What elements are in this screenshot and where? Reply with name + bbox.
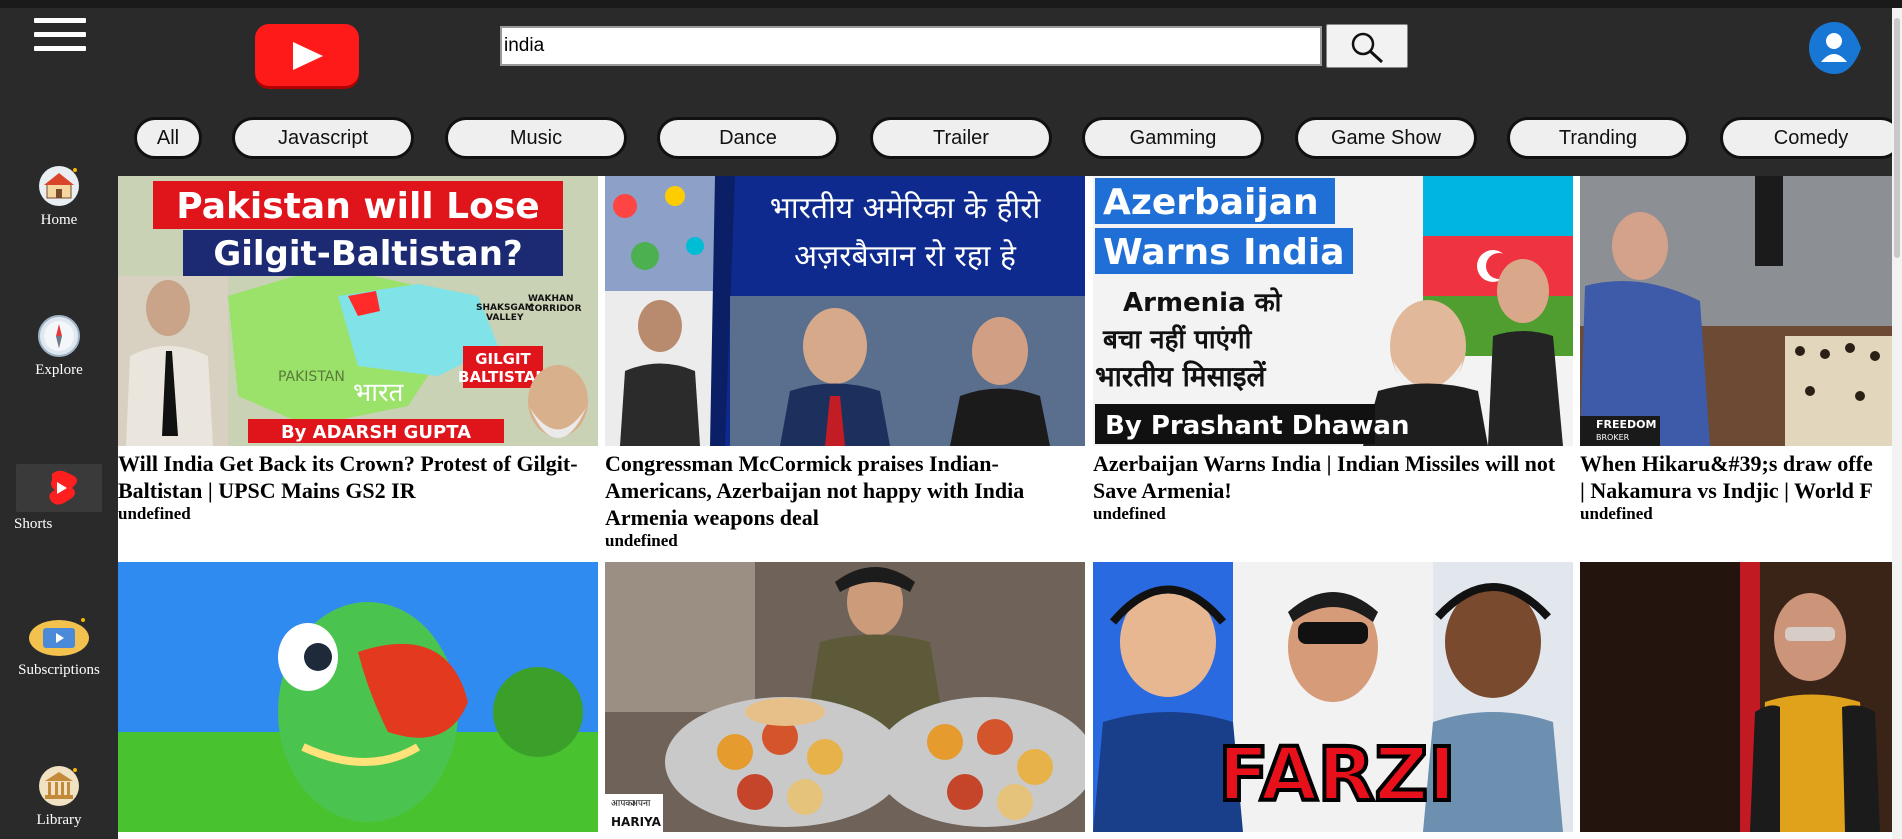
thumb-text: WAKHAN xyxy=(528,294,574,304)
thumb-text: BROKER xyxy=(1596,433,1630,442)
home-icon xyxy=(37,164,81,208)
thumb-text: Azerbaijan xyxy=(1103,182,1319,223)
video-thumbnail[interactable]: आपका अपना HARIYA xyxy=(605,562,1085,832)
sidebar-item-subscriptions[interactable]: Subscriptions xyxy=(0,614,118,679)
thumb-text: VALLEY xyxy=(486,313,524,323)
search-icon xyxy=(1351,32,1384,63)
thumb-text: Pakistan will Lose xyxy=(176,186,539,227)
video-title[interactable]: Congressman McCormick praises Indian-Ame… xyxy=(605,450,1085,531)
video-title-line-2[interactable]: | Nakamura vs Indjic | World F xyxy=(1580,477,1902,504)
thumb-text: FARZI xyxy=(1218,732,1456,818)
thumb-text: Warns India xyxy=(1103,232,1345,273)
user-avatar-icon[interactable] xyxy=(1807,20,1863,76)
chip-music[interactable]: Music xyxy=(445,117,627,159)
chip-all[interactable]: All xyxy=(134,117,202,159)
chip-trailer[interactable]: Trailer xyxy=(870,117,1052,159)
thumb-text: Gilgit-Baltistan? xyxy=(213,234,522,274)
youtube-logo-icon[interactable] xyxy=(255,24,359,86)
thumb-text: अपना xyxy=(631,799,651,809)
thumb-text: बचा नहीं पाएंगी xyxy=(1102,324,1253,355)
video-subtitle: undefined xyxy=(1093,504,1166,523)
chip-game-show[interactable]: Game Show xyxy=(1295,117,1477,159)
thumb-text: SHAKSGAM xyxy=(476,303,534,313)
sidebar-item-label: Home xyxy=(40,212,78,228)
video-card[interactable]: FARZI xyxy=(1093,562,1573,832)
sidebar-item-label: Explore xyxy=(35,362,83,378)
video-grid: Pakistan will Lose Gilgit-Baltistan? SHA… xyxy=(118,176,1902,839)
video-thumbnail[interactable]: भारतीय अमेरिका के हीरो अज़रबैजान रो रहा … xyxy=(605,176,1085,446)
video-thumbnail[interactable]: Azerbaijan Warns India Armenia को बचा नह… xyxy=(1093,176,1573,446)
page-scrollbar[interactable] xyxy=(1892,8,1902,839)
thumb-text: भारतीय अमेरिका के हीरो xyxy=(770,191,1042,226)
header xyxy=(118,8,1902,100)
video-thumbnail[interactable] xyxy=(118,562,598,832)
menu-hamburger-icon[interactable] xyxy=(34,18,86,62)
video-title[interactable]: Will India Get Back its Crown? Protest o… xyxy=(118,450,598,504)
video-subtitle: undefined xyxy=(118,504,191,523)
chip-dance[interactable]: Dance xyxy=(657,117,839,159)
thumb-text: By Prashant Dhawan xyxy=(1105,411,1409,441)
video-thumbnail[interactable]: FREEDOM BROKER xyxy=(1580,176,1902,446)
compass-icon xyxy=(37,314,81,358)
thumb-text: भारत xyxy=(353,378,405,408)
thumb-text: GILGIT xyxy=(475,350,531,368)
video-thumbnail[interactable]: FARZI xyxy=(1093,562,1573,832)
thumb-text: PAKISTAN xyxy=(278,369,345,385)
chip-tranding[interactable]: Tranding xyxy=(1507,117,1689,159)
video-card[interactable]: Pakistan will Lose Gilgit-Baltistan? SHA… xyxy=(118,176,598,524)
video-title[interactable]: When Hikaru&#39;s draw offe xyxy=(1580,450,1902,477)
search-button[interactable] xyxy=(1326,24,1408,68)
thumb-text: FREEDOM xyxy=(1596,418,1656,431)
subscriptions-icon xyxy=(27,614,91,658)
search-input[interactable] xyxy=(500,26,1322,66)
video-card[interactable]: भारतीय अमेरिका के हीरो अज़रबैजान रो रहा … xyxy=(605,176,1085,551)
category-chips-bar: All Javascript Music Dance Trailer Gammi… xyxy=(118,100,1902,176)
video-card[interactable] xyxy=(118,562,598,832)
sidebar-item-home[interactable]: Home xyxy=(0,164,118,229)
thumb-text: HARIYA xyxy=(611,815,662,829)
sidebar-item-label: Subscriptions xyxy=(18,662,100,678)
thumb-text: Armenia को xyxy=(1123,287,1283,318)
video-title[interactable]: Azerbaijan Warns India | Indian Missiles… xyxy=(1093,450,1573,504)
thumb-text: अज़रबैजान रो रहा हे xyxy=(794,239,1017,274)
video-subtitle: undefined xyxy=(1580,504,1653,523)
shorts-icon xyxy=(16,464,102,512)
video-thumbnail[interactable] xyxy=(1580,562,1902,832)
video-card[interactable]: Azerbaijan Warns India Armenia को बचा नह… xyxy=(1093,176,1573,524)
video-card[interactable] xyxy=(1580,562,1902,832)
thumb-text: By ADARSH GUPTA xyxy=(281,422,471,443)
library-icon xyxy=(37,764,81,808)
video-card[interactable]: आपका अपना HARIYA xyxy=(605,562,1085,832)
sidebar-item-label: Library xyxy=(36,812,82,828)
scrollbar-thumb[interactable] xyxy=(1894,18,1900,258)
sidebar-item-label: Shorts xyxy=(14,516,53,532)
chip-comedy[interactable]: Comedy xyxy=(1720,117,1902,159)
chip-gamming[interactable]: Gamming xyxy=(1082,117,1264,159)
sidebar: Home Explore Shorts Subscriptions Librar… xyxy=(0,8,118,839)
video-thumbnail[interactable]: Pakistan will Lose Gilgit-Baltistan? SHA… xyxy=(118,176,598,446)
chip-javascript[interactable]: Javascript xyxy=(232,117,414,159)
sidebar-item-explore[interactable]: Explore xyxy=(0,314,118,379)
video-card[interactable]: FREEDOM BROKER When Hikaru&#39;s draw of… xyxy=(1580,176,1902,524)
video-subtitle: undefined xyxy=(605,531,678,550)
thumb-text: भारतीय मिसाइलें xyxy=(1095,360,1267,393)
thumb-text: CORRIDOR xyxy=(528,304,582,314)
sidebar-item-shorts[interactable]: Shorts xyxy=(0,464,118,533)
sidebar-item-library[interactable]: Library xyxy=(0,764,118,829)
